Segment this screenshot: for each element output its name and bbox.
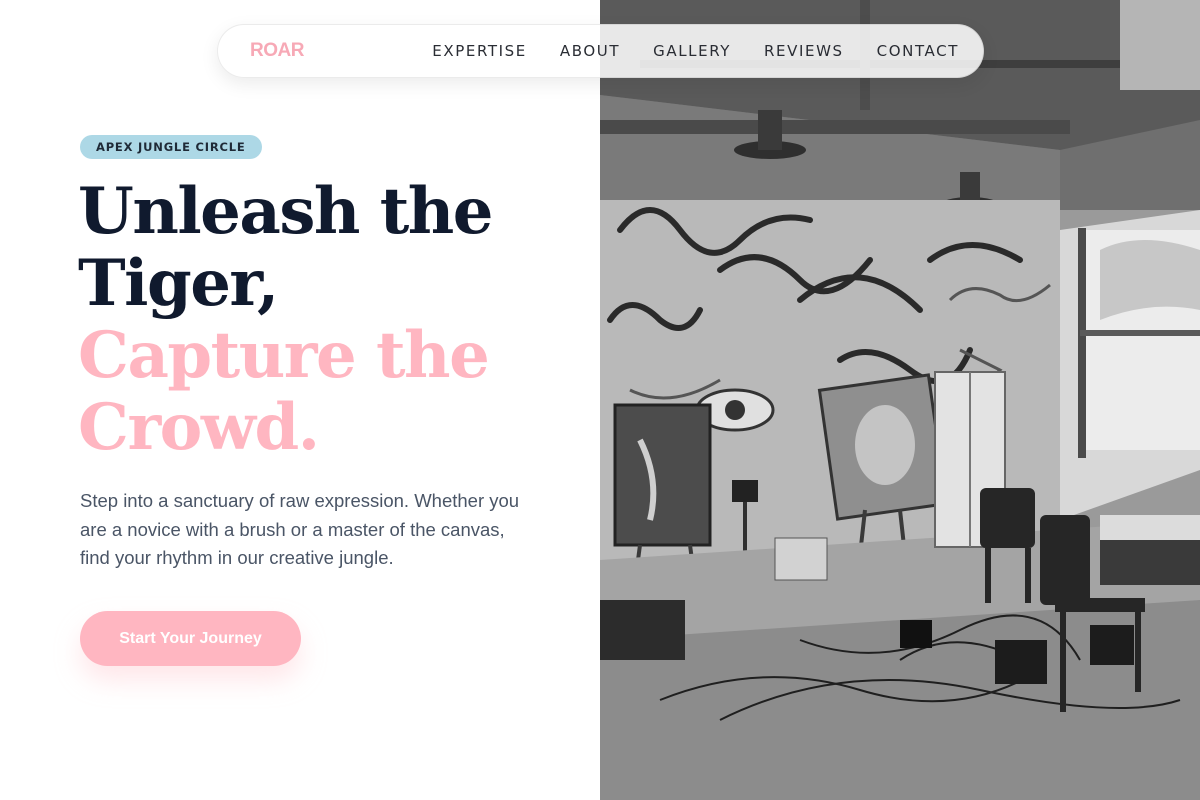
nav-link-gallery[interactable]: GALLERY	[653, 42, 731, 60]
nav-link-contact[interactable]: CONTACT	[877, 42, 959, 60]
nav-link-about[interactable]: ABOUT	[560, 42, 620, 60]
nav-menu: EXPERTISE ABOUT GALLERY REVIEWS CONTACT	[432, 42, 959, 60]
top-nav: ROAR EXPERTISE ABOUT GALLERY REVIEWS CON…	[217, 24, 984, 78]
hero-description: Step into a sanctuary of raw expression.…	[80, 490, 520, 568]
headline-line-2: Tiger,	[78, 246, 279, 321]
hero-headline: Unleash the Tiger, Capture the Crowd.	[78, 176, 578, 464]
brand-logo[interactable]: ROAR	[250, 40, 304, 62]
start-journey-button[interactable]: Start Your Journey	[80, 611, 301, 666]
nav-link-reviews[interactable]: REVIEWS	[764, 42, 844, 60]
hero-badge: APEX JUNGLE CIRCLE	[80, 135, 262, 159]
art-studio-photo	[600, 0, 1200, 800]
headline-line-4: Crowd.	[78, 390, 320, 465]
headline-line-3: Capture the	[78, 318, 490, 393]
nav-link-expertise[interactable]: EXPERTISE	[432, 42, 527, 60]
headline-line-1: Unleash the	[78, 174, 494, 249]
